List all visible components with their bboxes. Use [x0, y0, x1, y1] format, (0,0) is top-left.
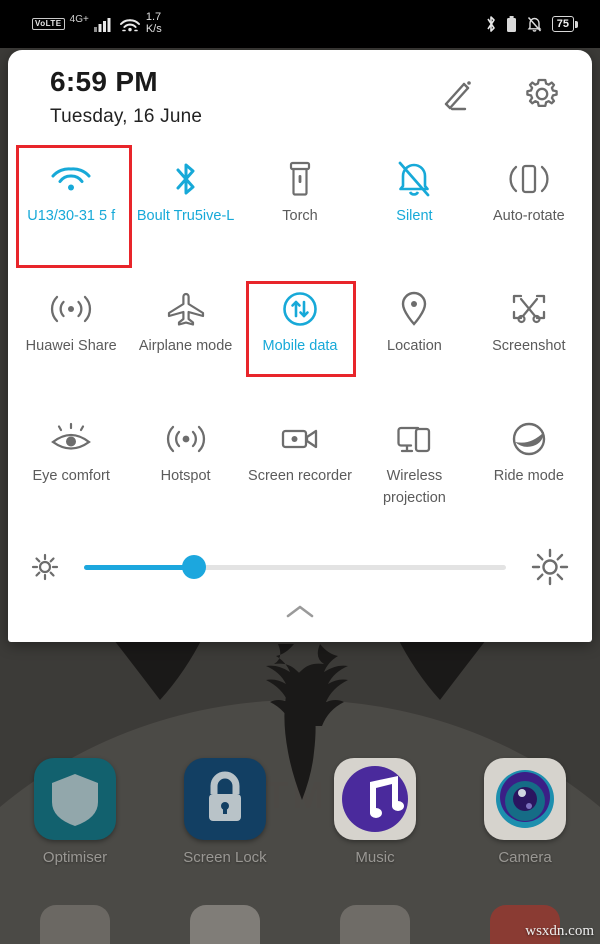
tile-airplane-mode[interactable]: Airplane mode	[128, 272, 242, 402]
tile-silent[interactable]: Silent	[357, 142, 471, 272]
wifi-icon	[119, 18, 140, 31]
app-label: Music	[355, 849, 395, 866]
wifi-icon	[14, 156, 128, 202]
brightness-control	[8, 538, 592, 596]
tile-label: Boult Tru5ive-L	[136, 208, 235, 224]
status-bar-right: 75	[485, 15, 578, 33]
app-icon-partial	[340, 905, 410, 944]
tile-label: Screen recorder	[248, 468, 352, 484]
music-note-icon	[334, 758, 416, 840]
helmet-icon	[472, 416, 586, 462]
quick-settings-panel: 6:59 PM Tuesday, 16 June U13/30-31 5 f B…	[8, 50, 592, 642]
wireless-projection-icon	[357, 416, 471, 462]
app-screen-lock[interactable]: Screen Lock	[155, 758, 295, 866]
tile-label: U13/30-31 5 f	[27, 208, 116, 224]
app-label: Optimiser	[42, 849, 108, 866]
network-type-label: 4G+	[69, 13, 89, 25]
tile-eye-comfort[interactable]: Eye comfort	[14, 402, 128, 534]
app-icon-partial	[40, 905, 110, 944]
bluetooth-icon	[487, 16, 495, 32]
tile-bluetooth[interactable]: Boult Tru5ive-L	[128, 142, 242, 272]
screenshot-scissors-icon	[472, 286, 586, 332]
watermark: wsxdn.com	[525, 923, 594, 939]
tile-screenshot[interactable]: Screenshot	[472, 272, 586, 402]
pencil-edit-icon[interactable]	[438, 72, 482, 116]
brightness-low-icon[interactable]	[28, 550, 62, 584]
clock-date: Tuesday, 16 June	[50, 106, 203, 127]
tile-mobile-data[interactable]: Mobile data	[243, 272, 357, 402]
location-pin-icon	[357, 286, 471, 332]
tile-wireless-projection[interactable]: Wireless projection	[357, 402, 471, 534]
tile-label: Mobile data	[262, 338, 338, 354]
tile-huawei-share[interactable]: Huawei Share	[14, 272, 128, 402]
panel-header: 6:59 PM Tuesday, 16 June	[8, 50, 592, 142]
airplane-icon	[128, 286, 242, 332]
quick-settings-tiles: U13/30-31 5 f Boult Tru5ive-L Torch Sile…	[8, 142, 592, 534]
device-battery-icon	[506, 16, 516, 32]
camera-lens-icon	[484, 758, 566, 840]
auto-rotate-icon	[472, 156, 586, 202]
app-partial-1[interactable]	[5, 905, 145, 944]
tile-location[interactable]: Location	[357, 272, 471, 402]
app-label: Camera	[498, 849, 552, 866]
signal-bars-icon	[93, 18, 111, 32]
tile-ride-mode[interactable]: Ride mode	[472, 402, 586, 534]
bluetooth-icon	[128, 156, 242, 202]
brightness-high-icon[interactable]	[528, 545, 572, 589]
app-music[interactable]: Music	[305, 758, 445, 866]
status-bar: VoLTE 4G+ 1.7 K/s 75	[0, 0, 600, 48]
battery-cap	[575, 20, 578, 28]
padlock-icon	[184, 758, 266, 840]
tile-torch[interactable]: Torch	[243, 142, 357, 272]
tile-screen-recorder[interactable]: Screen recorder	[243, 402, 357, 534]
tile-hotspot[interactable]: Hotspot	[128, 402, 242, 534]
home-app-row-partial	[0, 905, 600, 944]
tile-label: Huawei Share	[25, 338, 117, 354]
tile-label: Wireless projection	[382, 468, 446, 507]
home-app-row: Optimiser Screen Lock Music Camera	[0, 758, 600, 866]
data-rate: 1.7 K/s	[146, 12, 162, 35]
app-icon-partial	[190, 905, 260, 944]
huawei-share-icon	[14, 286, 128, 332]
tile-row-3: Eye comfort Hotspot Screen recorder Wire…	[14, 402, 586, 534]
chevron-up-icon	[286, 605, 314, 618]
tile-label: Airplane mode	[138, 338, 233, 354]
tile-row-1: U13/30-31 5 f Boult Tru5ive-L Torch Sile…	[14, 142, 586, 272]
video-camera-icon	[243, 416, 357, 462]
gear-icon[interactable]	[520, 72, 564, 116]
tile-label: Ride mode	[493, 468, 564, 484]
brightness-slider-knob[interactable]	[181, 555, 206, 579]
bell-slash-icon	[527, 17, 542, 32]
data-rate-unit: K/s	[145, 23, 162, 35]
tile-label: Screenshot	[492, 338, 566, 354]
eye-comfort-icon	[14, 416, 128, 462]
hotspot-icon	[128, 416, 242, 462]
tile-label: Silent	[396, 208, 433, 224]
tile-label: Hotspot	[160, 468, 211, 484]
tile-wifi[interactable]: U13/30-31 5 f	[14, 142, 128, 272]
battery-percent: 75	[551, 15, 574, 33]
clock-time: 6:59 PM	[50, 66, 158, 97]
bell-slash-icon	[357, 156, 471, 202]
battery-indicator: 75	[551, 15, 578, 33]
flashlight-icon	[243, 156, 357, 202]
collapse-handle[interactable]	[8, 602, 592, 627]
app-label: Screen Lock	[183, 849, 267, 866]
shield-icon	[34, 758, 116, 840]
tile-label: Location	[387, 338, 442, 354]
app-partial-2[interactable]	[155, 905, 295, 944]
volte-icon: VoLTE	[32, 18, 65, 30]
mobile-data-icon	[243, 286, 357, 332]
brightness-slider-fill	[84, 564, 194, 570]
tile-auto-rotate[interactable]: Auto-rotate	[472, 142, 586, 272]
tile-row-2: Huawei Share Airplane mode Mobile data L…	[14, 272, 586, 402]
app-partial-3[interactable]	[305, 905, 445, 944]
tile-label: Eye comfort	[32, 468, 110, 484]
tile-label: Torch	[282, 208, 318, 224]
brightness-slider[interactable]	[84, 555, 506, 579]
tile-label: Auto-rotate	[492, 208, 565, 224]
app-optimiser[interactable]: Optimiser	[5, 758, 145, 866]
app-camera[interactable]: Camera	[455, 758, 595, 866]
status-bar-left: VoLTE 4G+ 1.7 K/s	[32, 12, 162, 35]
